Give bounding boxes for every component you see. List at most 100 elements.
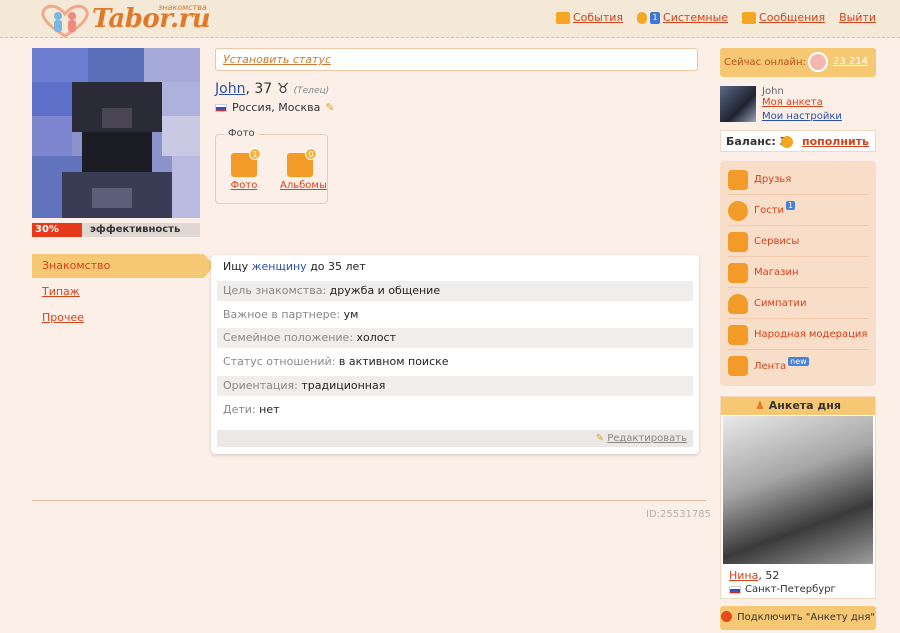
heart-icon (728, 293, 748, 314)
effectiveness-label: эффективность (90, 224, 181, 235)
info-row-orientation: Ориентация: традиционная (217, 376, 693, 396)
basket-icon (728, 262, 748, 283)
services-icon (728, 231, 748, 252)
top-navigation: События 1 Системные Сообщения Выйти (555, 11, 876, 24)
location-text: Россия, Москва (232, 101, 321, 114)
profile-of-day-name-link[interactable]: Нина (729, 569, 758, 582)
photo-user-icon: 1 (231, 148, 261, 177)
sidebar-menu: Друзья Гости 1 Сервисы Магазин Симпатии Н… (720, 161, 876, 386)
nav-system-label[interactable]: Системные (663, 11, 728, 24)
profile-of-day-photo[interactable] (723, 416, 873, 564)
seeking-gender: женщину (251, 260, 307, 273)
city-text: Санкт-Петербург (745, 584, 836, 595)
info-key: Статус отношений: (223, 355, 339, 368)
russia-flag-icon (729, 585, 741, 594)
info-row-partner: Важное в партнере: ум (217, 305, 693, 325)
sidebar-item-label: Симпатии (754, 298, 807, 309)
info-row-marital: Семейное положение: холост (217, 328, 693, 348)
profile-tabs: Знакомство Типаж Прочее (32, 254, 214, 332)
zodiac-sign: (Телец) (293, 86, 330, 96)
site-logo[interactable]: знакомства Tabor.ru (36, 0, 211, 38)
my-settings-link[interactable]: Мои настройки (762, 111, 842, 122)
info-value: нет (259, 403, 280, 416)
balance-box: Баланс: 3 пополнить (720, 130, 876, 152)
profile-name: John, 37 ♉ (Телец) (215, 81, 329, 97)
set-status-input[interactable]: Установить статус (215, 48, 698, 71)
my-profile-link[interactable]: Моя анкета (762, 97, 823, 108)
sidebar-item-guests[interactable]: Гости 1 (728, 196, 868, 226)
albums-count: 0 (305, 148, 317, 160)
envelope-icon (742, 11, 757, 24)
tab-dating[interactable]: Знакомство (32, 254, 214, 278)
info-key: Дети: (223, 403, 260, 416)
sidebar-item-feed[interactable]: Лента new (728, 351, 868, 381)
edit-pencil-icon: ✎ (595, 433, 605, 444)
pixelated-photo-image (32, 48, 200, 218)
divider (32, 500, 706, 501)
info-value: дружба и общение (329, 284, 441, 297)
nav-logout-label[interactable]: Выйти (839, 11, 876, 24)
sidebar-item-label: Сервисы (754, 236, 800, 247)
sidebar-item-services[interactable]: Сервисы (728, 227, 868, 257)
album-icon: 0 (287, 148, 317, 177)
tab-type[interactable]: Типаж (32, 280, 204, 304)
friends-icon (728, 169, 748, 190)
balance-label: Баланс: 3 (726, 135, 788, 148)
info-value: традиционная (301, 379, 386, 392)
albums-label[interactable]: Альбомы (280, 180, 327, 191)
sidebar-item-shop[interactable]: Магазин (728, 258, 868, 288)
profile-of-day: ♟ Анкета дня Нина, 52 Санкт-Петербург (720, 396, 876, 599)
seeking-prefix: Ищу (223, 260, 252, 273)
info-icon (637, 11, 648, 24)
edit-row: ✎ Редактировать (217, 430, 693, 447)
feed-new-badge: new (788, 356, 809, 366)
plus-circle-icon (721, 611, 733, 622)
nav-messages-label[interactable]: Сообщения (759, 11, 825, 24)
sidebar-item-likes[interactable]: Симпатии (728, 289, 868, 319)
connect-profile-of-day-button[interactable]: Подключить "Анкету дня" (720, 606, 876, 630)
tab-other[interactable]: Прочее (32, 306, 204, 330)
photos-label[interactable]: Фото (224, 180, 264, 191)
system-badge: 1 (650, 11, 661, 24)
seeking-suffix: до 35 лет (306, 260, 366, 273)
photos-link[interactable]: 1 Фото (224, 148, 264, 191)
albums-link[interactable]: 0 Альбомы (280, 148, 327, 191)
info-key: Цель знакомства: (223, 284, 330, 297)
sidebar-item-moderation[interactable]: Народная модерация (728, 320, 868, 350)
profile-photo[interactable] (32, 48, 200, 218)
bell-icon (555, 11, 570, 24)
profile-name-link[interactable]: John (215, 81, 245, 97)
online-avatar-icon (808, 52, 828, 72)
sidebar-item-label: Лента (754, 360, 787, 372)
edit-button[interactable]: Редактировать (607, 433, 687, 444)
info-row-goal: Цель знакомства: дружба и общение (217, 281, 693, 301)
nav-events-label[interactable]: События (573, 11, 623, 24)
header: знакомства Tabor.ru События 1 Системные … (0, 0, 900, 38)
photos-legend: Фото (224, 128, 259, 139)
effectiveness-fill: 30% (32, 223, 82, 237)
profile-of-day-header: ♟ Анкета дня (721, 397, 875, 415)
info-row-relationship: Статус отношений: в активном поиске (217, 352, 693, 372)
sidebar-item-label: Гости (754, 205, 785, 216)
avatar[interactable] (720, 86, 756, 122)
connect-label: Подключить "Анкету дня" (737, 612, 875, 623)
online-count[interactable]: 23 214 (833, 56, 868, 67)
info-value: холост (356, 331, 396, 344)
current-user-name: John (762, 86, 784, 97)
profile-location: Россия, Москва ✎ (215, 101, 335, 114)
nav-messages[interactable]: Сообщения (742, 11, 825, 24)
nav-events[interactable]: События (555, 11, 623, 24)
photos-count: 1 (249, 148, 261, 160)
info-key: Семейное положение: (223, 331, 357, 344)
topup-link[interactable]: пополнить (802, 135, 869, 148)
online-counter[interactable]: Сейчас онлайн: 23 214 (720, 48, 876, 77)
info-key: Важное в партнере: (223, 308, 344, 321)
sidebar-item-label: Друзья (754, 174, 792, 185)
coin-icon (781, 136, 793, 148)
nav-logout[interactable]: Выйти (839, 11, 876, 24)
sidebar-item-friends[interactable]: Друзья (728, 165, 868, 195)
nav-system[interactable]: 1 Системные (637, 11, 728, 24)
heart-logo-icon (41, 4, 89, 38)
pencil-icon[interactable]: ✎ (325, 101, 334, 114)
current-user: John Моя анкета Мои настройки (720, 86, 876, 124)
